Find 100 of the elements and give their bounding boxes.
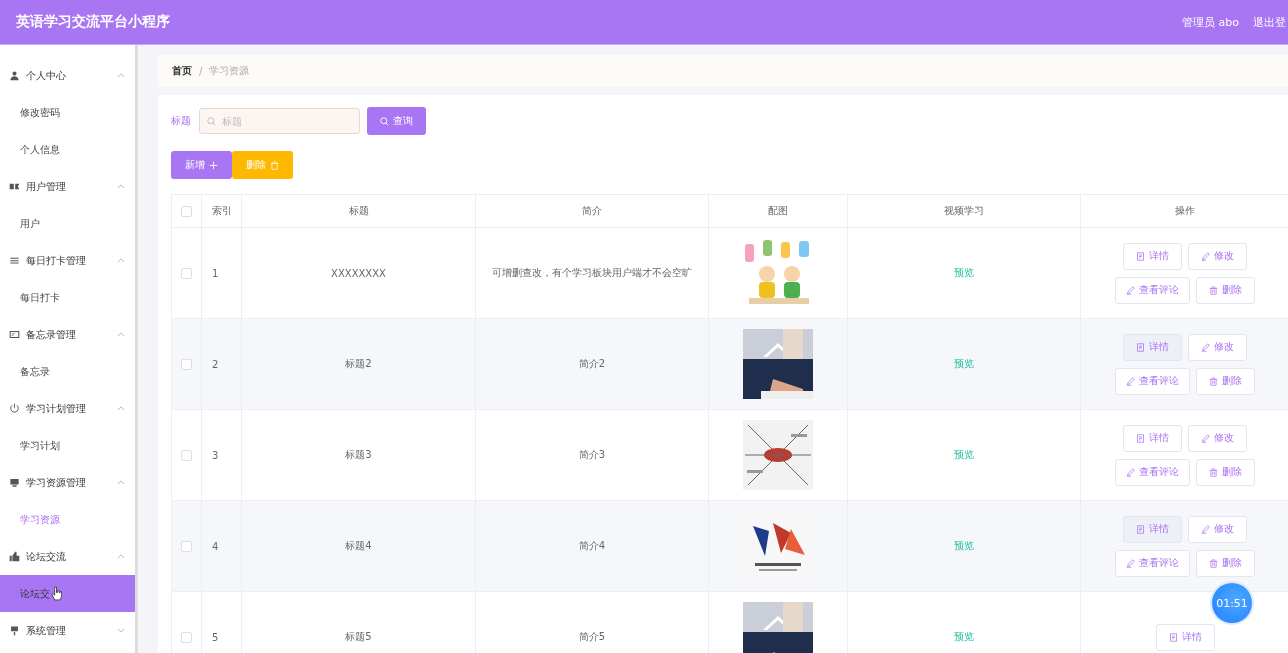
document-icon bbox=[1168, 632, 1178, 642]
menu-item[interactable]: 用户 bbox=[0, 205, 135, 242]
menu-group[interactable]: 备忘录管理 bbox=[0, 316, 135, 353]
menu-item[interactable]: 学习计划 bbox=[0, 427, 135, 464]
comments-button[interactable]: 查看评论 bbox=[1115, 367, 1190, 395]
table-cell: 标题3 bbox=[241, 409, 476, 501]
menu-item[interactable]: 论坛交 bbox=[0, 575, 135, 612]
breadcrumb-separator: / bbox=[199, 65, 203, 77]
menu-item[interactable]: 每日打卡 bbox=[0, 279, 135, 316]
menu-icon bbox=[9, 551, 20, 562]
preview-link[interactable]: 预览 bbox=[954, 358, 974, 369]
search-icon bbox=[380, 116, 389, 126]
comments-button[interactable]: 查看评论 bbox=[1115, 458, 1190, 486]
preview-link[interactable]: 预览 bbox=[954, 540, 974, 551]
menu-icon bbox=[9, 70, 20, 81]
document-icon bbox=[1136, 342, 1145, 352]
pencil-icon bbox=[1126, 285, 1135, 295]
app-title: 英语学习交流平台小程序 bbox=[16, 13, 170, 31]
menu-item[interactable]: 个人信息 bbox=[0, 131, 135, 168]
edit-button[interactable]: 修改 bbox=[1188, 242, 1247, 270]
pencil-icon bbox=[1201, 251, 1210, 261]
table-cell: 标题4 bbox=[241, 500, 476, 592]
preview-link[interactable]: 预览 bbox=[954, 267, 974, 278]
menu-group[interactable]: 每日打卡管理 bbox=[0, 242, 135, 279]
hand-cursor-icon bbox=[51, 586, 62, 601]
table-cell: 简介3 bbox=[475, 409, 709, 501]
timer-badge: 01:51 bbox=[1212, 583, 1252, 623]
menu-group[interactable]: 论坛交流 bbox=[0, 538, 135, 575]
row-checkbox[interactable] bbox=[181, 358, 192, 370]
logout-link[interactable]: 退出登 bbox=[1253, 14, 1286, 30]
comments-button[interactable]: 查看评论 bbox=[1115, 276, 1190, 304]
trash-icon bbox=[270, 160, 279, 170]
search-button[interactable]: 查询 bbox=[367, 107, 426, 135]
pencil-icon bbox=[1201, 433, 1210, 443]
search-icon bbox=[207, 117, 216, 126]
document-icon bbox=[1136, 433, 1145, 443]
menu-group[interactable]: 个人中心 bbox=[0, 57, 135, 94]
menu-icon bbox=[9, 403, 20, 414]
add-button[interactable]: 新增 bbox=[171, 151, 232, 179]
menu-group[interactable]: 系统管理 bbox=[0, 612, 135, 649]
detail-button[interactable]: 详情 bbox=[1123, 424, 1182, 452]
column-header: 配图 bbox=[708, 194, 848, 228]
menu-item[interactable]: 备忘录 bbox=[0, 353, 135, 390]
table-cell: 可增删查改，有个学习板块用户端才不会空旷 bbox=[475, 227, 709, 319]
menu-icon bbox=[9, 181, 20, 192]
pencil-icon bbox=[1126, 558, 1135, 568]
trash-icon bbox=[1209, 558, 1218, 568]
document-icon bbox=[1136, 524, 1145, 534]
pencil-icon bbox=[1201, 342, 1210, 352]
row-checkbox[interactable] bbox=[181, 449, 192, 461]
delete-button[interactable]: 删除 bbox=[1196, 458, 1255, 486]
row-checkbox[interactable] bbox=[181, 540, 192, 552]
detail-button[interactable]: 详情 bbox=[1123, 333, 1182, 361]
table-cell: 标题2 bbox=[241, 318, 476, 410]
select-all-checkbox[interactable] bbox=[181, 205, 192, 217]
column-header: 索引 bbox=[201, 194, 242, 228]
delete-button[interactable]: 删除 bbox=[1196, 367, 1255, 395]
table-cell: 简介4 bbox=[475, 500, 709, 592]
table-cell: 简介2 bbox=[475, 318, 709, 410]
menu-icon bbox=[9, 625, 20, 636]
comments-button[interactable]: 查看评论 bbox=[1115, 549, 1190, 577]
detail-button[interactable]: 详情 bbox=[1123, 515, 1182, 543]
menu-group[interactable]: 学习资源管理 bbox=[0, 464, 135, 501]
pencil-icon bbox=[1201, 524, 1210, 534]
user-name: 管理员 abo bbox=[1182, 14, 1239, 30]
trash-icon bbox=[1209, 376, 1218, 386]
delete-button[interactable]: 删除 bbox=[1196, 549, 1255, 577]
pencil-icon bbox=[1126, 376, 1135, 386]
detail-button[interactable]: 详情 bbox=[1123, 242, 1182, 270]
detail-button[interactable]: 详情 bbox=[1155, 623, 1215, 651]
menu-group[interactable]: 学习计划管理 bbox=[0, 390, 135, 427]
column-header: 操作 bbox=[1080, 194, 1288, 228]
edit-button[interactable]: 修改 bbox=[1188, 424, 1247, 452]
column-header: 简介 bbox=[475, 194, 709, 228]
preview-link[interactable]: 预览 bbox=[954, 631, 974, 642]
table-cell: XXXXXXXX bbox=[241, 227, 476, 319]
table-cell: 2 bbox=[201, 318, 242, 410]
edit-button[interactable]: 修改 bbox=[1188, 333, 1247, 361]
edit-button[interactable]: 修改 bbox=[1188, 515, 1247, 543]
document-icon bbox=[1136, 251, 1145, 261]
menu-icon bbox=[9, 255, 20, 266]
breadcrumb-link[interactable]: 首页 bbox=[172, 64, 192, 78]
row-checkbox[interactable] bbox=[181, 267, 192, 279]
menu-item[interactable]: 学习资源 bbox=[0, 501, 135, 538]
menu-icon bbox=[9, 477, 20, 488]
menu-item[interactable]: 修改密码 bbox=[0, 94, 135, 131]
search-label: 标题 bbox=[171, 114, 191, 128]
search-field[interactable]: 标题 bbox=[199, 108, 360, 134]
delete-button[interactable]: 删除 bbox=[1196, 276, 1255, 304]
row-checkbox[interactable] bbox=[181, 631, 192, 643]
column-header: 标题 bbox=[241, 194, 476, 228]
pencil-icon bbox=[1126, 467, 1135, 477]
menu-group[interactable]: 用户管理 bbox=[0, 168, 135, 205]
plus-icon bbox=[209, 160, 218, 170]
trash-icon bbox=[1209, 285, 1218, 295]
table-cell: 4 bbox=[201, 500, 242, 592]
table-cell: 3 bbox=[201, 409, 242, 501]
preview-link[interactable]: 预览 bbox=[954, 449, 974, 460]
column-header: 视频学习 bbox=[847, 194, 1081, 228]
breadcrumb-link[interactable]: 学习资源 bbox=[209, 64, 250, 78]
